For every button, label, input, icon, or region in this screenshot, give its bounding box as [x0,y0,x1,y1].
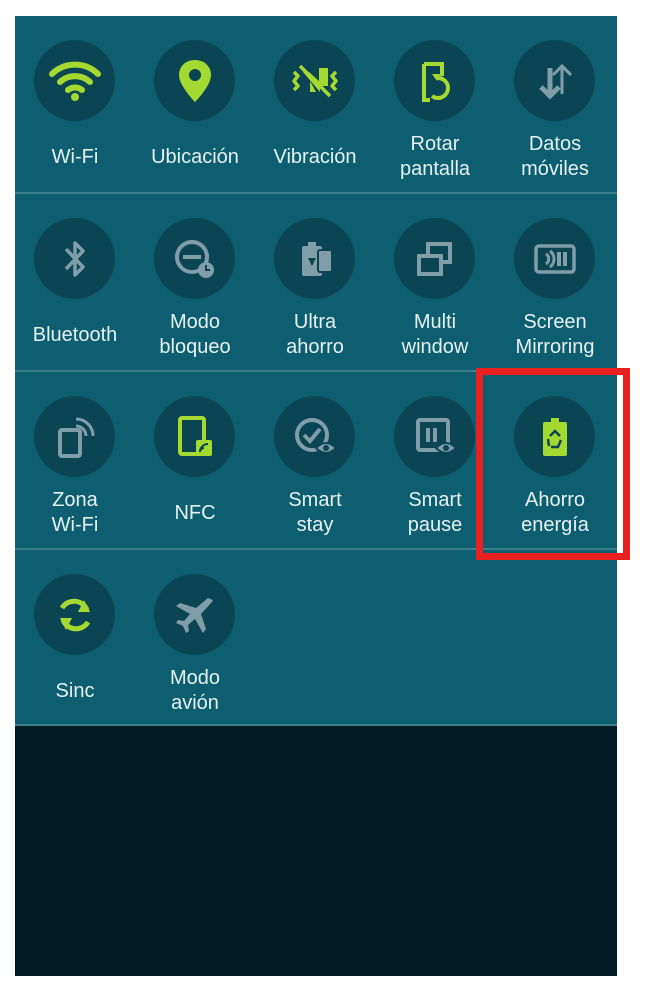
tile-label: Rotar pantalla [399,133,471,180]
screen-mirroring-toggle[interactable] [514,218,595,299]
smart-pause-icon [415,417,457,454]
multi-window-toggle[interactable] [394,218,475,299]
smart-stay-toggle[interactable] [274,396,355,477]
bluetooth-toggle[interactable] [34,218,115,299]
tile-screen-mirroring[interactable]: Screen Mirroring [495,194,615,370]
tile-ultra-saving[interactable]: Ultra ahorro [255,194,375,370]
quick-settings-row-4: Sinc Modo avión [15,550,617,726]
tile-blocking-mode[interactable]: Modo bloqueo [135,194,255,370]
ultra-saving-toggle[interactable] [274,218,355,299]
vibration-icon [291,64,338,97]
mobile-data-icon [538,63,572,100]
rotate-screen-icon [421,61,450,102]
tile-smart-stay[interactable]: Smart stay [255,372,375,548]
tile-label: NFC [174,501,216,524]
tile-label: Datos móviles [521,133,589,180]
tile-label: Bluetooth [32,323,118,346]
ultra-power-saving-icon [301,241,333,276]
smart-pause-toggle[interactable] [394,396,475,477]
nfc-icon [177,415,212,456]
highlight-box [476,368,630,560]
row-divider [15,724,617,726]
location-toggle[interactable] [154,40,235,121]
tile-wifi[interactable]: Wi-Fi [15,16,135,192]
tile-label: Modo avión [169,667,221,714]
blocking-mode-toggle[interactable] [154,218,235,299]
tile-bluetooth[interactable]: Bluetooth [15,194,135,370]
tile-label: Sinc [55,679,95,702]
rotate-toggle[interactable] [394,40,475,121]
blocking-mode-icon [174,239,214,278]
tile-mobile-data[interactable]: Datos móviles [495,16,615,192]
tile-airplane[interactable]: Modo avión [135,550,255,726]
wifi-icon [48,61,101,101]
tile-multi-window[interactable]: Multi window [375,194,495,370]
tile-label: Ubicación [151,145,239,168]
tile-label: Smart stay [288,489,342,536]
location-pin-icon [178,59,211,102]
hotspot-icon [57,417,94,458]
mobile-data-toggle[interactable] [514,40,595,121]
tile-label: Modo bloqueo [159,311,231,358]
smart-stay-icon [294,417,337,454]
sync-toggle[interactable] [34,574,115,655]
tile-label: Zona Wi-Fi [51,489,99,536]
screen-mirroring-icon [533,243,576,274]
tile-hotspot[interactable]: Zona Wi-Fi [15,372,135,548]
tile-label: Multi window [401,311,469,358]
tile-label: Wi-Fi [51,145,99,168]
tile-rotate[interactable]: Rotar pantalla [375,16,495,192]
tile-sync[interactable]: Sinc [15,550,135,726]
airplane-icon [175,597,213,633]
airplane-toggle[interactable] [154,574,235,655]
multi-window-icon [416,241,452,276]
nfc-toggle[interactable] [154,396,235,477]
tile-label: Screen Mirroring [515,311,595,358]
wifi-toggle[interactable] [34,40,115,121]
tile-nfc[interactable]: NFC [135,372,255,548]
sync-icon [59,598,90,631]
tile-label: Ultra ahorro [286,311,344,358]
tile-location[interactable]: Ubicación [135,16,255,192]
hotspot-toggle[interactable] [34,396,115,477]
bluetooth-icon [64,240,85,277]
tile-vibration[interactable]: Vibración [255,16,375,192]
quick-settings-row-1: Wi-Fi Ubicación Vibración Rotar pantalla… [15,16,617,192]
quick-settings-row-2: Bluetooth Modo bloqueo Ultra ahorro Mult… [15,194,617,370]
vibration-toggle[interactable] [274,40,355,121]
tile-label: Vibración [273,145,357,168]
